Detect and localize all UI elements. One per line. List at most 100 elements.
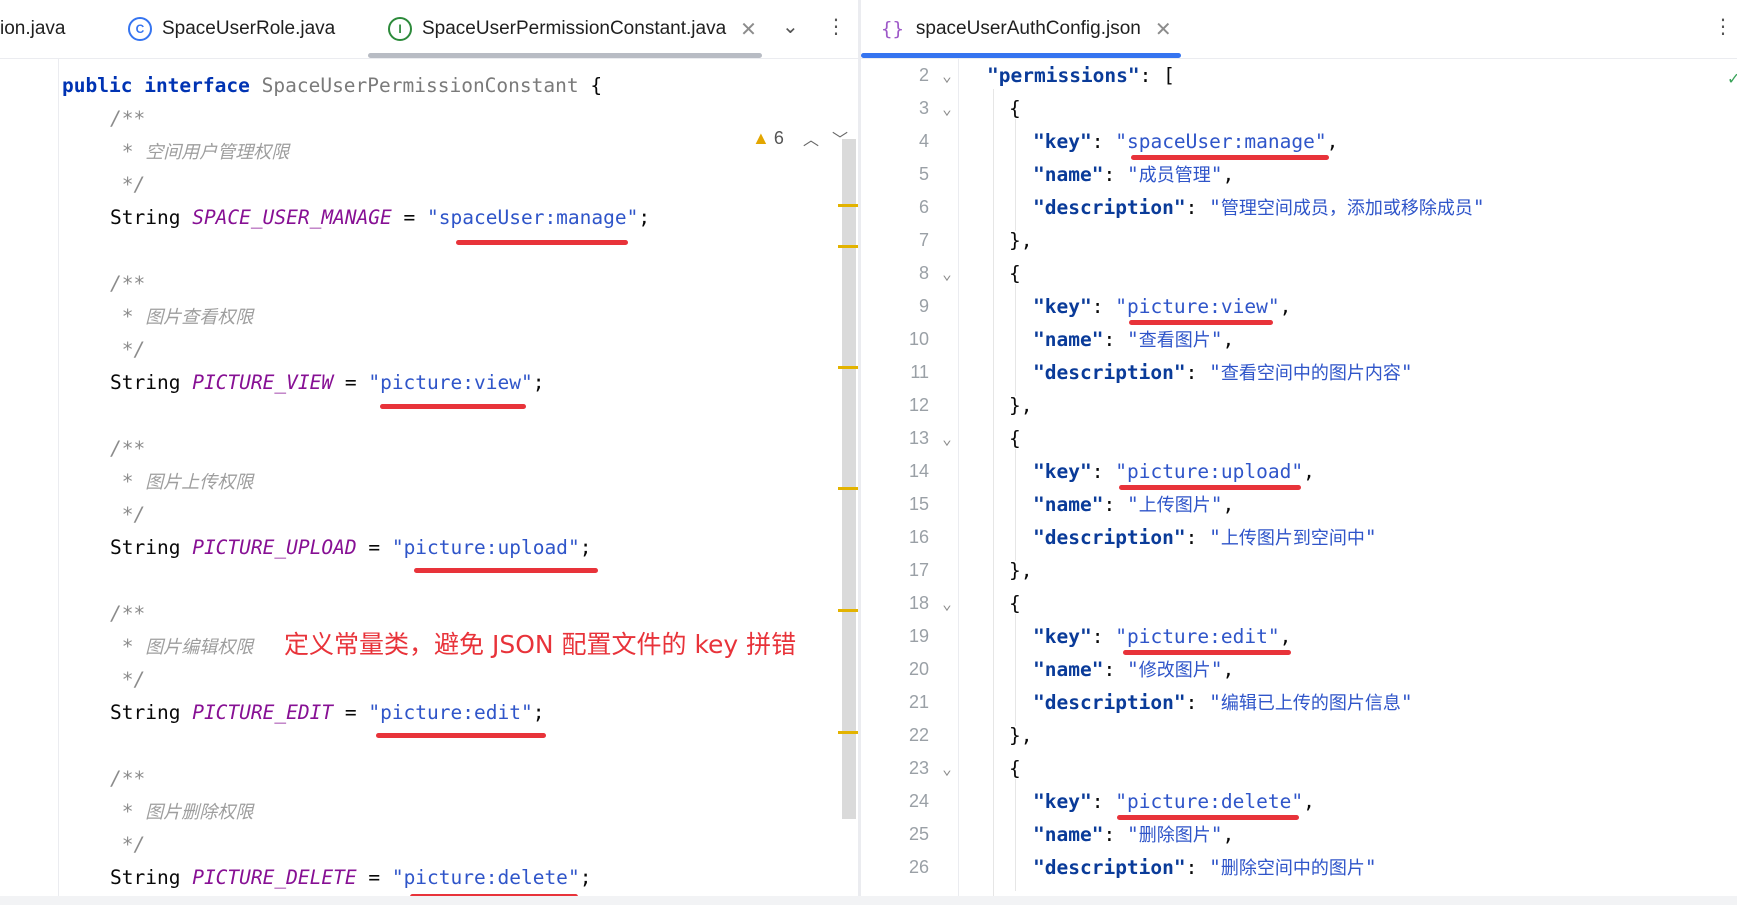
line-number: 25 xyxy=(908,824,929,844)
red-underline xyxy=(380,404,526,409)
left-tab-bar: ion.java C SpaceUserRole.java I SpaceUse… xyxy=(0,0,858,59)
line-number: 26 xyxy=(908,857,929,877)
code-line: "name": "修改图片", xyxy=(1033,658,1235,681)
line-number: 16 xyxy=(908,527,929,547)
tab-label: spaceUserAuthConfig.json xyxy=(915,18,1141,39)
line-number: 12 xyxy=(908,395,929,415)
line-number: 13 xyxy=(908,428,929,448)
line-number: 14 xyxy=(908,461,929,481)
warning-icon: ▲ xyxy=(752,128,770,148)
gutter-border xyxy=(58,59,59,905)
code-line: }, xyxy=(1009,394,1033,417)
warning-marker[interactable] xyxy=(838,245,858,248)
fold-chevron-icon[interactable]: ⌄ xyxy=(933,752,961,785)
code-line: "key": "picture:delete", xyxy=(1033,790,1315,813)
line-number: 21 xyxy=(908,692,929,712)
warning-marker[interactable] xyxy=(838,731,858,734)
line-number: 4 xyxy=(918,131,929,151)
indent-guide xyxy=(1015,614,1016,726)
code-line: }, xyxy=(1009,229,1033,252)
close-icon[interactable]: ✕ xyxy=(740,17,757,42)
more-vertical-icon[interactable]: ⋮ xyxy=(826,14,846,38)
code-line: */ xyxy=(121,503,146,526)
code-line: "description": "编辑已上传的图片信息" xyxy=(1033,691,1413,714)
warning-marker[interactable] xyxy=(838,204,858,207)
code-line: "key": "spaceUser:manage", xyxy=(1033,130,1339,153)
indent-guide xyxy=(1015,449,1016,561)
fold-chevron-icon[interactable]: ⌄ xyxy=(933,587,961,620)
red-underline xyxy=(414,568,598,573)
class-icon: C xyxy=(128,17,152,41)
code-line: "description": "删除空间中的图片" xyxy=(1033,856,1377,879)
code-line: /** xyxy=(110,767,146,790)
line-number: 10 xyxy=(908,329,929,349)
string-value: picture:upload xyxy=(403,536,568,559)
code-line: "name": "上传图片", xyxy=(1033,493,1235,516)
json-key-value: spaceUser:manage xyxy=(1126,130,1315,153)
indent-guide xyxy=(1015,119,1016,231)
line-number: 2 xyxy=(918,65,929,85)
inactive-tab-indicator xyxy=(368,53,762,58)
code-line: String SPACE_USER_MANAGE = "spaceUser:ma… xyxy=(110,206,651,229)
string-value: picture:delete xyxy=(403,866,568,889)
warning-marker[interactable] xyxy=(838,609,858,612)
code-line: */ xyxy=(121,668,146,691)
code-line: /** xyxy=(110,437,146,460)
scrollbar[interactable] xyxy=(842,139,856,819)
fold-chevron-icon[interactable]: ⌄ xyxy=(933,59,961,92)
fold-chevron-icon[interactable]: ⌄ xyxy=(933,257,961,290)
inspection-widget[interactable]: ▲ 6 xyxy=(752,128,784,149)
code-line: }, xyxy=(1009,724,1033,747)
line-number: 23 xyxy=(908,758,929,778)
json-editor[interactable]: ✓ 2 3 4 5 6 7 8 9 10 11 12 13 14 15 16 1… xyxy=(861,59,1737,905)
code-line: { xyxy=(1009,427,1021,450)
close-icon[interactable]: ✕ xyxy=(1155,17,1172,42)
annotation-text: 定义常量类，避免 JSON 配置文件的 key 拼错 xyxy=(284,630,797,659)
line-number: 24 xyxy=(908,791,929,811)
chevron-up-icon[interactable]: ︿ xyxy=(803,126,819,150)
line-number: 5 xyxy=(918,164,929,184)
bottom-edge xyxy=(0,896,1737,905)
java-editor[interactable]: ▲ 6 ︿ ﹀ public interface SpaceUserPermis… xyxy=(0,59,858,905)
line-number: 17 xyxy=(908,560,929,580)
code-line: "name": "成员管理", xyxy=(1033,163,1235,186)
line-number: 7 xyxy=(918,230,929,250)
tab-label: ion.java xyxy=(0,18,66,39)
fold-chevron-icon[interactable]: ⌄ xyxy=(933,92,961,125)
tab-ion-java[interactable]: ion.java xyxy=(0,0,66,58)
tab-space-user-auth-config[interactable]: {} spaceUserAuthConfig.json ✕ xyxy=(881,0,1172,58)
json-key-value: picture:edit xyxy=(1126,625,1268,648)
code-line: { xyxy=(1009,592,1021,615)
code-line: /** xyxy=(110,107,146,130)
code-line: { xyxy=(1009,262,1021,285)
tab-label: SpaceUserPermissionConstant.java xyxy=(422,18,727,39)
indent-guide xyxy=(1015,284,1016,396)
json-key-value: picture:delete xyxy=(1126,790,1292,813)
more-vertical-icon[interactable]: ⋮ xyxy=(1713,14,1733,38)
warning-marker[interactable] xyxy=(838,366,858,369)
chevron-down-icon[interactable]: ⌄ xyxy=(782,14,799,38)
code-line: * 空间用户管理权限 xyxy=(110,140,290,163)
code-line: */ xyxy=(121,173,146,196)
code-line: String PICTURE_UPLOAD = "picture:upload"… xyxy=(110,536,592,559)
tab-space-user-role[interactable]: C SpaceUserRole.java xyxy=(128,0,335,58)
red-underline xyxy=(1119,485,1301,490)
red-underline xyxy=(376,733,546,738)
code-line: String PICTURE_EDIT = "picture:edit"; xyxy=(110,701,545,724)
code-line: * 图片上传权限 xyxy=(110,470,254,493)
string-value: spaceUser:manage xyxy=(438,206,627,229)
line-number: 22 xyxy=(908,725,929,745)
tab-space-user-permission-constant[interactable]: I SpaceUserPermissionConstant.java ✕ xyxy=(388,0,757,58)
json-key-value: picture:view xyxy=(1126,295,1268,318)
code-line: String PICTURE_DELETE = "picture:delete"… xyxy=(110,866,592,889)
code-line: * 图片删除权限 xyxy=(110,800,254,823)
red-underline xyxy=(1129,320,1273,325)
warning-marker[interactable] xyxy=(838,487,858,490)
fold-chevron-icon[interactable]: ⌄ xyxy=(933,422,961,455)
red-underline xyxy=(1131,155,1329,160)
code-line: "key": "picture:upload", xyxy=(1033,460,1315,483)
code-line: */ xyxy=(121,338,146,361)
red-underline xyxy=(456,240,628,245)
indent-guide xyxy=(993,89,994,905)
code-line: * 图片编辑权限 xyxy=(110,635,254,658)
